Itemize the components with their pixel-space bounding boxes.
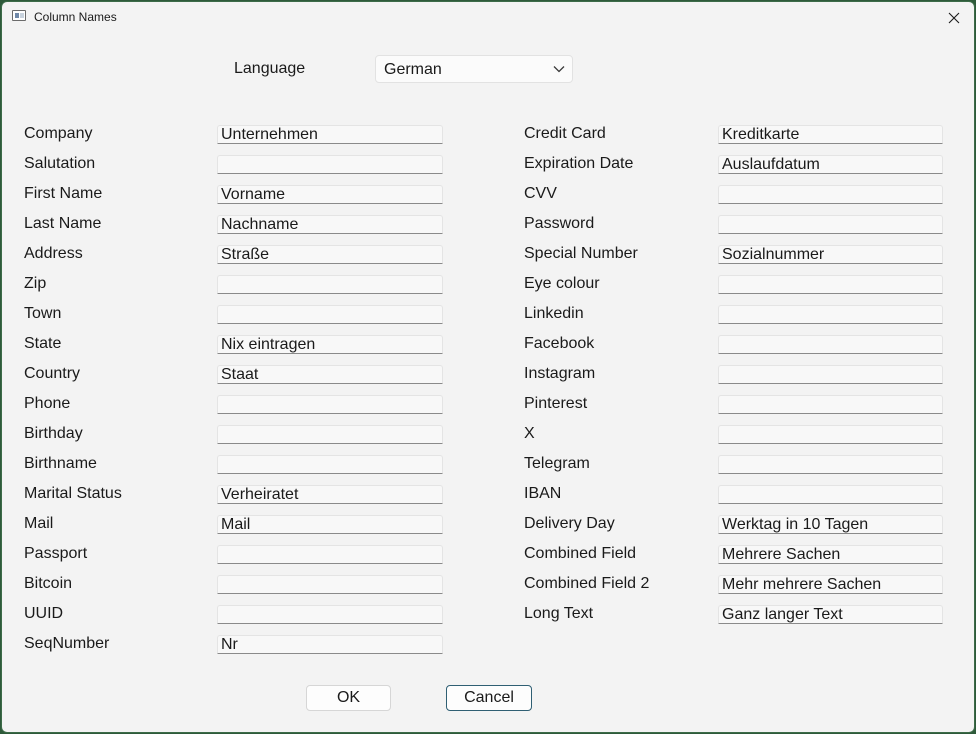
input-special-number[interactable]: Sozialnummer — [718, 245, 943, 264]
close-icon — [948, 12, 960, 24]
label-marital-status: Marital Status — [24, 485, 122, 502]
input-phone[interactable] — [217, 395, 443, 414]
window-title: Column Names — [34, 10, 117, 24]
label-long-text: Long Text — [524, 605, 594, 622]
input-mail[interactable]: Mail — [217, 515, 443, 534]
input-x[interactable] — [718, 425, 943, 444]
input-country[interactable]: Staat — [217, 365, 443, 384]
input-long-text[interactable]: Ganz langer Text — [718, 605, 943, 624]
input-eye-colour[interactable] — [718, 275, 943, 294]
label-password: Password — [524, 215, 595, 232]
input-telegram[interactable] — [718, 455, 943, 474]
label-combined-field-2: Combined Field 2 — [524, 575, 650, 592]
title-bar: Column Names — [2, 2, 974, 34]
input-credit-card[interactable]: Kreditkarte — [718, 125, 943, 144]
label-zip: Zip — [24, 275, 47, 292]
ok-button[interactable]: OK — [306, 685, 391, 711]
label-credit-card: Credit Card — [524, 125, 606, 142]
label-phone: Phone — [24, 395, 71, 412]
input-bitcoin[interactable] — [217, 575, 443, 594]
input-uuid[interactable] — [217, 605, 443, 624]
label-birthname: Birthname — [24, 455, 97, 472]
input-passport[interactable] — [217, 545, 443, 564]
input-zip[interactable] — [217, 275, 443, 294]
label-first-name: First Name — [24, 185, 103, 202]
label-pinterest: Pinterest — [524, 395, 588, 412]
label-special-number: Special Number — [524, 245, 638, 262]
label-linkedin: Linkedin — [524, 305, 584, 322]
language-label: Language — [234, 60, 306, 77]
input-marital-status[interactable]: Verheiratet — [217, 485, 443, 504]
input-last-name[interactable]: Nachname — [217, 215, 443, 234]
input-password[interactable] — [718, 215, 943, 234]
input-facebook[interactable] — [718, 335, 943, 354]
input-delivery-day[interactable]: Werktag in 10 Tagen — [718, 515, 943, 534]
label-combined-field: Combined Field — [524, 545, 637, 562]
language-selected-value: German — [384, 61, 442, 78]
chevron-down-icon — [553, 66, 565, 73]
label-state: State — [24, 335, 62, 352]
input-linkedin[interactable] — [718, 305, 943, 324]
label-salutation: Salutation — [24, 155, 96, 172]
label-last-name: Last Name — [24, 215, 102, 232]
cancel-button[interactable]: Cancel — [446, 685, 532, 711]
label-company: Company — [24, 125, 93, 142]
language-dropdown[interactable]: German — [375, 55, 573, 83]
label-mail: Mail — [24, 515, 54, 532]
input-seqnumber[interactable]: Nr — [217, 635, 443, 654]
label-bitcoin: Bitcoin — [24, 575, 73, 592]
label-expiration-date: Expiration Date — [524, 155, 634, 172]
input-pinterest[interactable] — [718, 395, 943, 414]
label-instagram: Instagram — [524, 365, 596, 382]
input-birthday[interactable] — [217, 425, 443, 444]
label-facebook: Facebook — [524, 335, 595, 352]
input-combined-field[interactable]: Mehrere Sachen — [718, 545, 943, 564]
close-button[interactable] — [934, 2, 974, 34]
input-iban[interactable] — [718, 485, 943, 504]
input-cvv[interactable] — [718, 185, 943, 204]
input-address[interactable]: Straße — [217, 245, 443, 264]
label-country: Country — [24, 365, 81, 382]
input-state[interactable]: Nix eintragen — [217, 335, 443, 354]
input-instagram[interactable] — [718, 365, 943, 384]
input-expiration-date[interactable]: Auslaufdatum — [718, 155, 943, 174]
label-delivery-day: Delivery Day — [524, 515, 615, 532]
label-x: X — [524, 425, 535, 442]
label-address: Address — [24, 245, 83, 262]
label-iban: IBAN — [524, 485, 562, 502]
input-town[interactable] — [217, 305, 443, 324]
input-company[interactable]: Unternehmen — [217, 125, 443, 144]
label-cvv: CVV — [524, 185, 557, 202]
input-first-name[interactable]: Vorname — [217, 185, 443, 204]
app-window-icon — [12, 10, 26, 21]
input-birthname[interactable] — [217, 455, 443, 474]
input-salutation[interactable] — [217, 155, 443, 174]
label-birthday: Birthday — [24, 425, 83, 442]
column-names-dialog: Column Names Language German Company Unte… — [1, 1, 975, 733]
label-telegram: Telegram — [524, 455, 590, 472]
input-combined-field-2[interactable]: Mehr mehrere Sachen — [718, 575, 943, 594]
label-seqnumber: SeqNumber — [24, 635, 110, 652]
label-town: Town — [24, 305, 62, 322]
label-eye-colour: Eye colour — [524, 275, 600, 292]
label-passport: Passport — [24, 545, 88, 562]
label-uuid: UUID — [24, 605, 64, 622]
